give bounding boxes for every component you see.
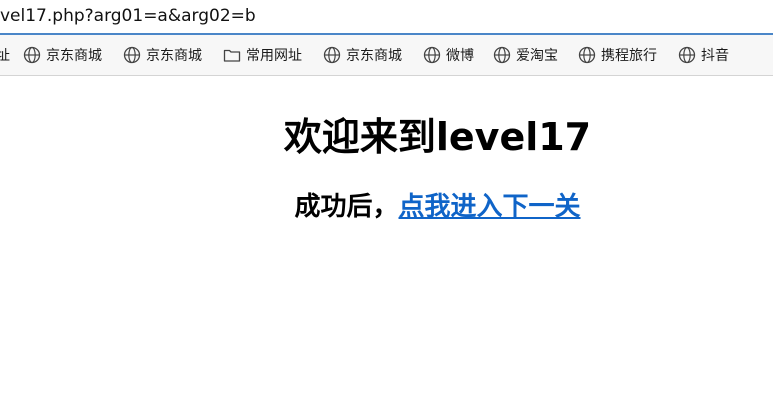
globe-icon: [678, 46, 696, 64]
bookmark-folder-common[interactable]: 常用网址: [223, 35, 302, 75]
bookmark-item-weibo[interactable]: 微博: [423, 35, 474, 75]
globe-icon: [323, 46, 341, 64]
bookmark-item-jd-2[interactable]: 京东商城: [123, 35, 202, 75]
next-level-link[interactable]: 点我进入下一关: [399, 192, 581, 222]
page-content: 欢迎来到level17 成功后，点我进入下一关: [0, 76, 773, 412]
bookmark-label: 京东商城: [346, 48, 402, 64]
bookmark-item-ctrip[interactable]: 携程旅行: [578, 35, 657, 75]
bookmark-label: 京东商城: [46, 48, 102, 64]
globe-icon: [493, 46, 511, 64]
bookmark-item-aitaobao[interactable]: 爱淘宝: [493, 35, 558, 75]
folder-icon: [223, 46, 241, 64]
address-bar[interactable]: vel17.php?arg01=a&arg02=b: [0, 0, 773, 35]
bookmark-label: 常用网址: [246, 48, 302, 64]
bookmark-label: 微博: [446, 48, 474, 64]
page-title: 欢迎来到level17: [283, 115, 592, 159]
bookmark-label: 京东商城: [146, 48, 202, 64]
bookmark-label: 址: [0, 48, 10, 64]
subheading-prefix: 成功后，: [294, 192, 399, 222]
bookmark-item-jd-1[interactable]: 京东商城: [23, 35, 102, 75]
globe-icon: [578, 46, 596, 64]
globe-icon: [23, 46, 41, 64]
browser-window: vel17.php?arg01=a&arg02=b 址 京东商城 京东商城 常用…: [0, 0, 773, 412]
globe-icon: [123, 46, 141, 64]
globe-icon: [423, 46, 441, 64]
address-url[interactable]: vel17.php?arg01=a&arg02=b: [0, 6, 256, 26]
bookmark-label: 抖音: [701, 48, 729, 64]
bookmark-label: 爱淘宝: [516, 48, 558, 64]
bookmark-item-partial[interactable]: 址: [0, 35, 10, 75]
page-subheading: 成功后，点我进入下一关: [0, 186, 773, 223]
bookmark-item-jd-3[interactable]: 京东商城: [323, 35, 402, 75]
bookmark-item-douyin[interactable]: 抖音: [678, 35, 729, 75]
bookmark-label: 携程旅行: [601, 48, 657, 64]
bookmarks-bar: 址 京东商城 京东商城 常用网址 京东商城 微博 爱淘宝 携程旅行 抖音: [0, 35, 773, 76]
